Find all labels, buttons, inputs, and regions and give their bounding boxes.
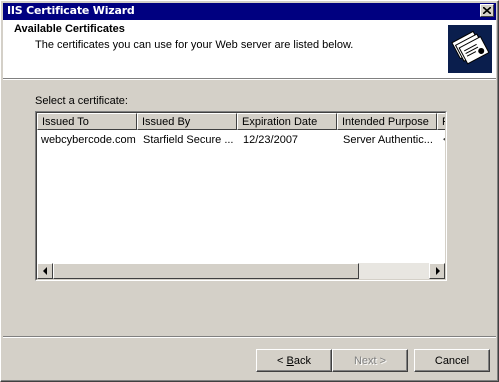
next-button[interactable]: Next > — [332, 349, 408, 372]
cell-issued-by: Starfield Secure ... — [143, 134, 234, 146]
back-button-hotkey: B — [286, 354, 294, 367]
scrollbar-thumb[interactable] — [53, 263, 359, 279]
arrow-left-icon — [42, 267, 47, 275]
column-header-issued-by[interactable]: Issued By — [137, 113, 237, 130]
cell-issued-to: webcybercode.com — [41, 134, 136, 146]
column-header-issued-to[interactable]: Issued To — [37, 113, 137, 130]
page-subtitle: The certificates you can use for your We… — [35, 39, 354, 51]
scroll-left-button[interactable] — [37, 263, 53, 279]
cell-intended-purpose: Server Authentic... — [343, 134, 433, 146]
footer-divider-highlight — [3, 337, 496, 338]
window-title: IIS Certificate Wizard — [7, 4, 135, 17]
scroll-right-button[interactable] — [429, 263, 445, 279]
horizontal-scrollbar[interactable] — [37, 263, 445, 279]
certificate-list[interactable]: Issued To Issued By Expiration Date Inte… — [35, 111, 447, 281]
arrow-right-icon — [435, 267, 440, 275]
cell-friendly-name: < — [443, 134, 445, 146]
wizard-header: Available Certificates The certificates … — [3, 20, 496, 78]
column-header-expiration-date[interactable]: Expiration Date — [237, 113, 337, 130]
close-button[interactable] — [480, 4, 494, 17]
title-bar[interactable]: IIS Certificate Wizard — [3, 3, 496, 20]
wizard-window: IIS Certificate Wizard Available Certifi… — [0, 0, 499, 382]
certificate-icon — [448, 25, 492, 73]
page-title: Available Certificates — [14, 23, 125, 35]
back-button-rest: ack — [293, 354, 311, 367]
cell-expiration-date: 12/23/2007 — [243, 134, 299, 146]
back-button[interactable]: < Back — [256, 349, 332, 372]
cancel-button[interactable]: Cancel — [414, 349, 490, 372]
column-header-intended-purpose[interactable]: Intended Purpose — [337, 113, 437, 130]
select-certificate-label: Select a certificate: — [35, 95, 128, 107]
column-header-friendly-name[interactable]: F — [437, 113, 445, 130]
close-icon — [483, 7, 491, 14]
header-divider-highlight — [3, 79, 496, 80]
back-button-prefix: < — [277, 354, 287, 367]
